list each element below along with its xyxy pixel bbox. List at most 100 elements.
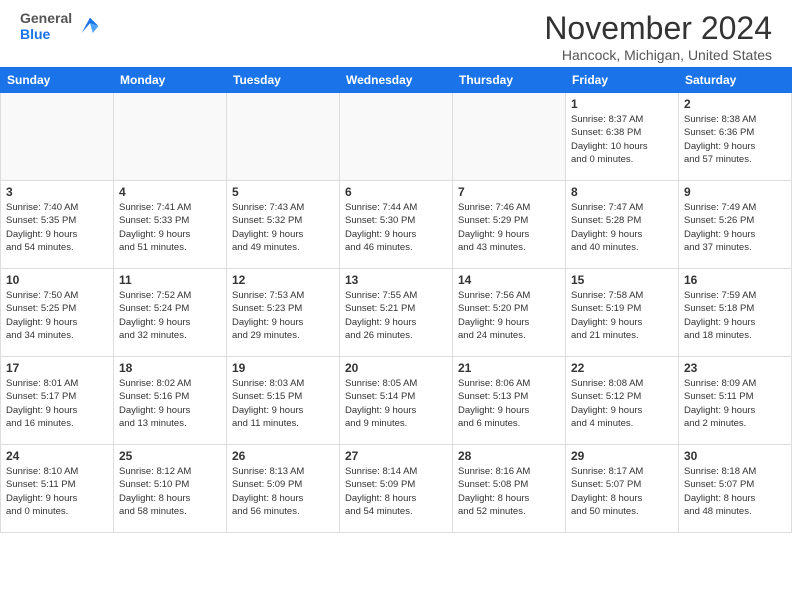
calendar-cell: 9 Sunrise: 7:49 AM Sunset: 5:26 PM Daylig…	[679, 181, 792, 269]
cell-info: Sunrise: 7:56 AM Sunset: 5:20 PM Dayligh…	[458, 289, 560, 342]
logo: General Blue	[20, 10, 104, 42]
cell-info: Sunrise: 7:40 AM Sunset: 5:35 PM Dayligh…	[6, 201, 108, 254]
cell-info: Sunrise: 8:13 AM Sunset: 5:09 PM Dayligh…	[232, 465, 334, 518]
calendar-cell: 5 Sunrise: 7:43 AM Sunset: 5:32 PM Daylig…	[227, 181, 340, 269]
calendar-cell: 22Sunrise: 8:08 AM Sunset: 5:12 PM Dayli…	[566, 357, 679, 445]
cell-info: Sunrise: 8:17 AM Sunset: 5:07 PM Dayligh…	[571, 465, 673, 518]
calendar-cell: 14 Sunrise: 7:56 AM Sunset: 5:20 PM Dayli…	[453, 269, 566, 357]
calendar-cell: 19Sunrise: 8:03 AM Sunset: 5:15 PM Dayli…	[227, 357, 340, 445]
calendar-cell: 17 Sunrise: 8:01 AM Sunset: 5:17 PM Dayli…	[1, 357, 114, 445]
header: General Blue November 2024 Hancock, Mich…	[0, 0, 792, 67]
day-number: 7	[458, 185, 560, 199]
cell-info: Sunrise: 7:52 AM Sunset: 5:24 PM Dayligh…	[119, 289, 221, 342]
title-area: November 2024 Hancock, Michigan, United …	[544, 10, 772, 63]
day-number: 12	[232, 273, 334, 287]
month-title: November 2024	[544, 10, 772, 47]
day-number: 28	[458, 449, 560, 463]
calendar-cell: 13 Sunrise: 7:55 AM Sunset: 5:21 PM Dayli…	[340, 269, 453, 357]
calendar-cell: 23 Sunrise: 8:09 AM Sunset: 5:11 PM Dayli…	[679, 357, 792, 445]
cell-info: Sunrise: 7:44 AM Sunset: 5:30 PM Dayligh…	[345, 201, 447, 254]
day-number: 8	[571, 185, 673, 199]
week-row: 17 Sunrise: 8:01 AM Sunset: 5:17 PM Dayli…	[1, 357, 792, 445]
calendar-header: SundayMondayTuesdayWednesdayThursdayFrid…	[1, 68, 792, 93]
day-number: 14	[458, 273, 560, 287]
calendar-cell: 7 Sunrise: 7:46 AM Sunset: 5:29 PM Daylig…	[453, 181, 566, 269]
day-number: 16	[684, 273, 786, 287]
calendar-body: 1 Sunrise: 8:37 AM Sunset: 6:38 PM Daylig…	[1, 93, 792, 533]
location: Hancock, Michigan, United States	[544, 47, 772, 63]
cell-info: Sunrise: 8:06 AM Sunset: 5:13 PM Dayligh…	[458, 377, 560, 430]
calendar-cell: 29 Sunrise: 8:17 AM Sunset: 5:07 PM Dayli…	[566, 445, 679, 533]
calendar-cell	[453, 93, 566, 181]
day-number: 29	[571, 449, 673, 463]
calendar-cell: 30 Sunrise: 8:18 AM Sunset: 5:07 PM Dayli…	[679, 445, 792, 533]
calendar-cell: 26Sunrise: 8:13 AM Sunset: 5:09 PM Dayli…	[227, 445, 340, 533]
calendar-cell: 6 Sunrise: 7:44 AM Sunset: 5:30 PM Daylig…	[340, 181, 453, 269]
day-number: 11	[119, 273, 221, 287]
day-number: 23	[684, 361, 786, 375]
cell-info: Sunrise: 8:38 AM Sunset: 6:36 PM Dayligh…	[684, 113, 786, 166]
calendar-cell: 10Sunrise: 7:50 AM Sunset: 5:25 PM Dayli…	[1, 269, 114, 357]
cell-info: Sunrise: 7:49 AM Sunset: 5:26 PM Dayligh…	[684, 201, 786, 254]
day-header-monday: Monday	[114, 68, 227, 93]
day-number: 2	[684, 97, 786, 111]
day-header-friday: Friday	[566, 68, 679, 93]
cell-info: Sunrise: 7:59 AM Sunset: 5:18 PM Dayligh…	[684, 289, 786, 342]
logo-bird-icon	[76, 12, 104, 40]
day-number: 17	[6, 361, 108, 375]
calendar: SundayMondayTuesdayWednesdayThursdayFrid…	[0, 67, 792, 533]
cell-info: Sunrise: 7:53 AM Sunset: 5:23 PM Dayligh…	[232, 289, 334, 342]
cell-info: Sunrise: 8:18 AM Sunset: 5:07 PM Dayligh…	[684, 465, 786, 518]
cell-info: Sunrise: 8:05 AM Sunset: 5:14 PM Dayligh…	[345, 377, 447, 430]
day-number: 5	[232, 185, 334, 199]
cell-info: Sunrise: 8:12 AM Sunset: 5:10 PM Dayligh…	[119, 465, 221, 518]
cell-info: Sunrise: 7:55 AM Sunset: 5:21 PM Dayligh…	[345, 289, 447, 342]
cell-info: Sunrise: 8:09 AM Sunset: 5:11 PM Dayligh…	[684, 377, 786, 430]
calendar-cell	[1, 93, 114, 181]
cell-info: Sunrise: 7:41 AM Sunset: 5:33 PM Dayligh…	[119, 201, 221, 254]
week-row: 3Sunrise: 7:40 AM Sunset: 5:35 PM Daylig…	[1, 181, 792, 269]
day-number: 10	[6, 273, 108, 287]
cell-info: Sunrise: 8:02 AM Sunset: 5:16 PM Dayligh…	[119, 377, 221, 430]
logo-general: General	[20, 10, 72, 26]
calendar-cell: 16 Sunrise: 7:59 AM Sunset: 5:18 PM Dayli…	[679, 269, 792, 357]
calendar-cell: 3Sunrise: 7:40 AM Sunset: 5:35 PM Daylig…	[1, 181, 114, 269]
day-number: 30	[684, 449, 786, 463]
cell-info: Sunrise: 7:43 AM Sunset: 5:32 PM Dayligh…	[232, 201, 334, 254]
day-header-wednesday: Wednesday	[340, 68, 453, 93]
calendar-cell: 4 Sunrise: 7:41 AM Sunset: 5:33 PM Daylig…	[114, 181, 227, 269]
day-number: 24	[6, 449, 108, 463]
day-number: 20	[345, 361, 447, 375]
day-header-sunday: Sunday	[1, 68, 114, 93]
cell-info: Sunrise: 7:46 AM Sunset: 5:29 PM Dayligh…	[458, 201, 560, 254]
calendar-cell: 27Sunrise: 8:14 AM Sunset: 5:09 PM Dayli…	[340, 445, 453, 533]
calendar-cell	[340, 93, 453, 181]
calendar-cell: 11 Sunrise: 7:52 AM Sunset: 5:24 PM Dayli…	[114, 269, 227, 357]
day-header-thursday: Thursday	[453, 68, 566, 93]
day-number: 1	[571, 97, 673, 111]
week-row: 10Sunrise: 7:50 AM Sunset: 5:25 PM Dayli…	[1, 269, 792, 357]
day-number: 13	[345, 273, 447, 287]
calendar-cell: 1 Sunrise: 8:37 AM Sunset: 6:38 PM Daylig…	[566, 93, 679, 181]
calendar-cell: 25 Sunrise: 8:12 AM Sunset: 5:10 PM Dayli…	[114, 445, 227, 533]
day-header-tuesday: Tuesday	[227, 68, 340, 93]
calendar-cell: 20 Sunrise: 8:05 AM Sunset: 5:14 PM Dayli…	[340, 357, 453, 445]
day-number: 21	[458, 361, 560, 375]
day-number: 6	[345, 185, 447, 199]
week-row: 24Sunrise: 8:10 AM Sunset: 5:11 PM Dayli…	[1, 445, 792, 533]
day-number: 9	[684, 185, 786, 199]
cell-info: Sunrise: 8:37 AM Sunset: 6:38 PM Dayligh…	[571, 113, 673, 166]
calendar-cell: 28Sunrise: 8:16 AM Sunset: 5:08 PM Dayli…	[453, 445, 566, 533]
day-number: 18	[119, 361, 221, 375]
calendar-cell: 21 Sunrise: 8:06 AM Sunset: 5:13 PM Dayli…	[453, 357, 566, 445]
day-number: 25	[119, 449, 221, 463]
cell-info: Sunrise: 8:01 AM Sunset: 5:17 PM Dayligh…	[6, 377, 108, 430]
cell-info: Sunrise: 8:03 AM Sunset: 5:15 PM Dayligh…	[232, 377, 334, 430]
day-number: 4	[119, 185, 221, 199]
cell-info: Sunrise: 7:47 AM Sunset: 5:28 PM Dayligh…	[571, 201, 673, 254]
logo-blue: Blue	[20, 26, 72, 42]
calendar-cell: 2 Sunrise: 8:38 AM Sunset: 6:36 PM Daylig…	[679, 93, 792, 181]
calendar-cell: 18 Sunrise: 8:02 AM Sunset: 5:16 PM Dayli…	[114, 357, 227, 445]
calendar-cell	[227, 93, 340, 181]
cell-info: Sunrise: 8:14 AM Sunset: 5:09 PM Dayligh…	[345, 465, 447, 518]
